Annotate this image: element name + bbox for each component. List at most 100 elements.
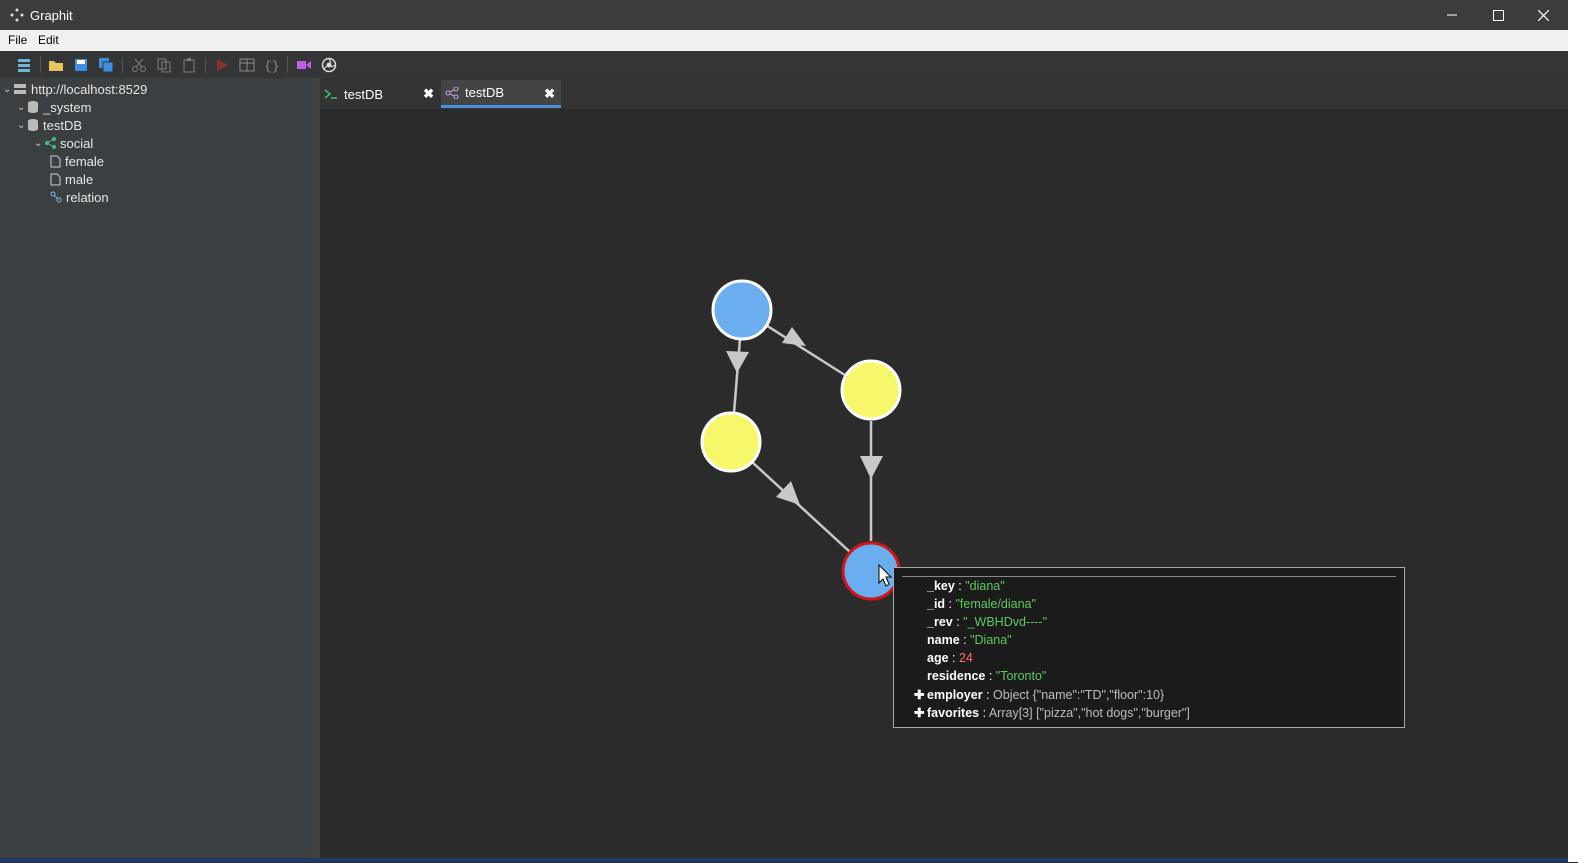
copy-icon <box>157 58 171 73</box>
tree-node-collection-relation[interactable]: relation <box>50 188 109 206</box>
maximize-icon <box>1492 9 1504 21</box>
save-button[interactable] <box>72 56 90 74</box>
document-collection-icon <box>50 173 61 185</box>
prop-key: _key : "diana" <box>927 579 1005 593</box>
graph-canvas[interactable] <box>320 109 1568 858</box>
chevron-down-icon[interactable]: ⌄ <box>17 102 27 113</box>
window-title: Graphit <box>30 8 73 23</box>
tree-node-db-system[interactable]: ⌄ _system <box>17 98 91 116</box>
tab-bar: testDB ✖ testDB ✖ <box>320 78 1568 109</box>
tree-label-male: male <box>65 171 94 187</box>
open-folder-icon <box>49 61 63 71</box>
tree-label-relation: relation <box>66 189 109 205</box>
edge-arrowhead-icon <box>860 456 883 479</box>
graphit-logo-icon <box>10 8 24 22</box>
server-icon <box>14 84 26 94</box>
tab-console-testdb[interactable]: testDB ✖ <box>320 80 440 108</box>
tree-label-server: http://localhost:8529 <box>31 81 148 97</box>
tree-label-female: female <box>65 153 105 169</box>
prop-name: name : "Diana" <box>927 633 1012 647</box>
run-icon <box>217 59 228 71</box>
paste-icon <box>183 58 195 73</box>
desktop-strip <box>0 858 1568 862</box>
svg-text:{}: {} <box>264 59 279 73</box>
prop-residence: residence : "Toronto" <box>927 669 1047 683</box>
cut-button[interactable] <box>130 56 148 74</box>
connection-tree: ⌄ http://localhost:8529 ⌄ _system ⌄ test… <box>0 78 311 858</box>
tab-graph-testdb[interactable]: testDB ✖ <box>441 80 561 108</box>
graph-edge <box>751 461 851 553</box>
tree-node-collection-female[interactable]: female <box>50 152 104 170</box>
menu-file[interactable]: File <box>8 33 27 47</box>
record-icon <box>297 61 311 69</box>
save-icon <box>75 59 87 71</box>
menu-edit[interactable]: Edit <box>38 33 59 47</box>
record-button[interactable] <box>295 56 313 74</box>
graph-node-female-selected[interactable] <box>841 541 901 601</box>
table-view-icon <box>239 58 255 72</box>
tree-node-server[interactable]: ⌄ http://localhost:8529 <box>3 80 147 98</box>
close-tab-icon[interactable]: ✖ <box>423 86 434 102</box>
graph-edge <box>732 338 742 414</box>
chevron-down-icon[interactable]: ⌄ <box>3 84 13 95</box>
server-list-icon <box>18 59 30 72</box>
aperture-icon <box>321 57 337 73</box>
prop-rev: _rev : "_WBHDvd----" <box>927 615 1048 629</box>
cut-icon <box>132 58 146 72</box>
close-tab-icon[interactable]: ✖ <box>544 86 555 102</box>
console-icon <box>324 89 337 99</box>
tree-node-collection-male[interactable]: male <box>50 170 93 188</box>
edge-collection-icon <box>50 191 62 203</box>
document-collection-icon <box>50 155 61 167</box>
prop-id: _id : "female/diana" <box>927 597 1036 611</box>
tree-node-graph-social[interactable]: ⌄ social <box>34 134 93 152</box>
paste-button[interactable] <box>180 56 198 74</box>
database-icon <box>28 101 38 113</box>
tree-node-db-test[interactable]: ⌄ testDB <box>17 116 82 134</box>
graph-icon <box>445 86 459 99</box>
toolbar: {} <box>0 51 1568 78</box>
maximize-button[interactable] <box>1475 0 1521 30</box>
tab-label: testDB <box>465 85 505 100</box>
server-list-button[interactable] <box>15 56 33 74</box>
prop-favorites[interactable]: ✚ favorites : Array[3] ["pizza","hot dogs… <box>914 705 1190 723</box>
save-all-button[interactable] <box>97 56 115 74</box>
copy-button[interactable] <box>155 56 173 74</box>
expand-plus-icon[interactable]: ✚ <box>914 705 927 720</box>
graph-icon <box>45 137 56 149</box>
toolbar-separator <box>122 57 123 73</box>
open-button[interactable] <box>47 56 65 74</box>
title-bar: Graphit <box>0 0 1568 30</box>
edge-arrowhead-icon <box>776 481 800 505</box>
tree-label-graph: social <box>60 135 94 151</box>
sidebar-splitter[interactable] <box>311 78 320 858</box>
graph-svg[interactable] <box>320 109 1568 858</box>
toolbar-separator <box>287 57 288 73</box>
graph-node-male[interactable] <box>840 359 902 421</box>
graph-node-female[interactable] <box>711 279 773 341</box>
toolbar-separator <box>40 57 41 73</box>
close-icon <box>1537 9 1549 21</box>
json-view-icon: {} <box>264 59 279 73</box>
chevron-down-icon[interactable]: ⌄ <box>17 120 27 131</box>
prop-employer[interactable]: ✚ employer : Object {"name":"TD","floor":… <box>914 687 1164 705</box>
toolbar-separator <box>205 57 206 73</box>
tree-label-db-test: testDB <box>43 117 83 133</box>
window-edge <box>1568 0 1578 862</box>
tree-label-db-system: _system <box>43 99 92 115</box>
minimize-button[interactable] <box>1429 0 1475 30</box>
save-all-icon <box>99 58 114 73</box>
node-properties-tooltip: _key : "diana" _id : "female/diana" _rev… <box>893 567 1405 728</box>
tab-label: testDB <box>344 86 384 102</box>
table-view-button[interactable] <box>238 56 256 74</box>
close-button[interactable] <box>1520 0 1566 30</box>
aperture-button[interactable] <box>320 56 338 74</box>
minimize-icon <box>1447 14 1457 16</box>
database-icon <box>28 119 38 131</box>
expand-plus-icon[interactable]: ✚ <box>914 687 927 702</box>
json-view-button[interactable]: {} <box>262 56 280 74</box>
run-button[interactable] <box>213 56 231 74</box>
chevron-down-icon[interactable]: ⌄ <box>34 138 44 149</box>
menu-bar: File Edit <box>0 30 1568 51</box>
graph-node-male[interactable] <box>700 411 762 473</box>
